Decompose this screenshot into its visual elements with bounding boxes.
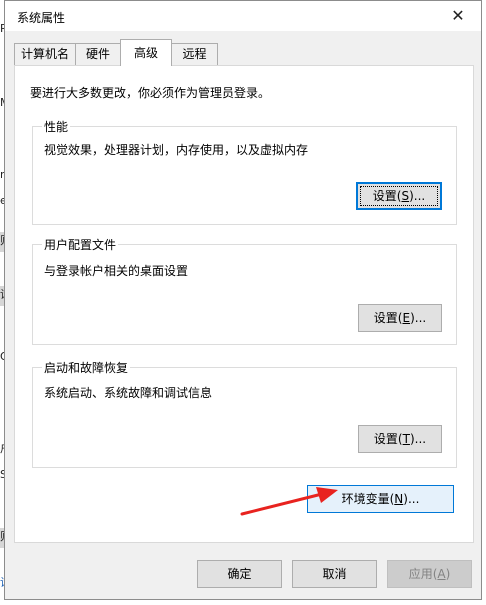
annotation-arrow-icon <box>240 487 338 516</box>
